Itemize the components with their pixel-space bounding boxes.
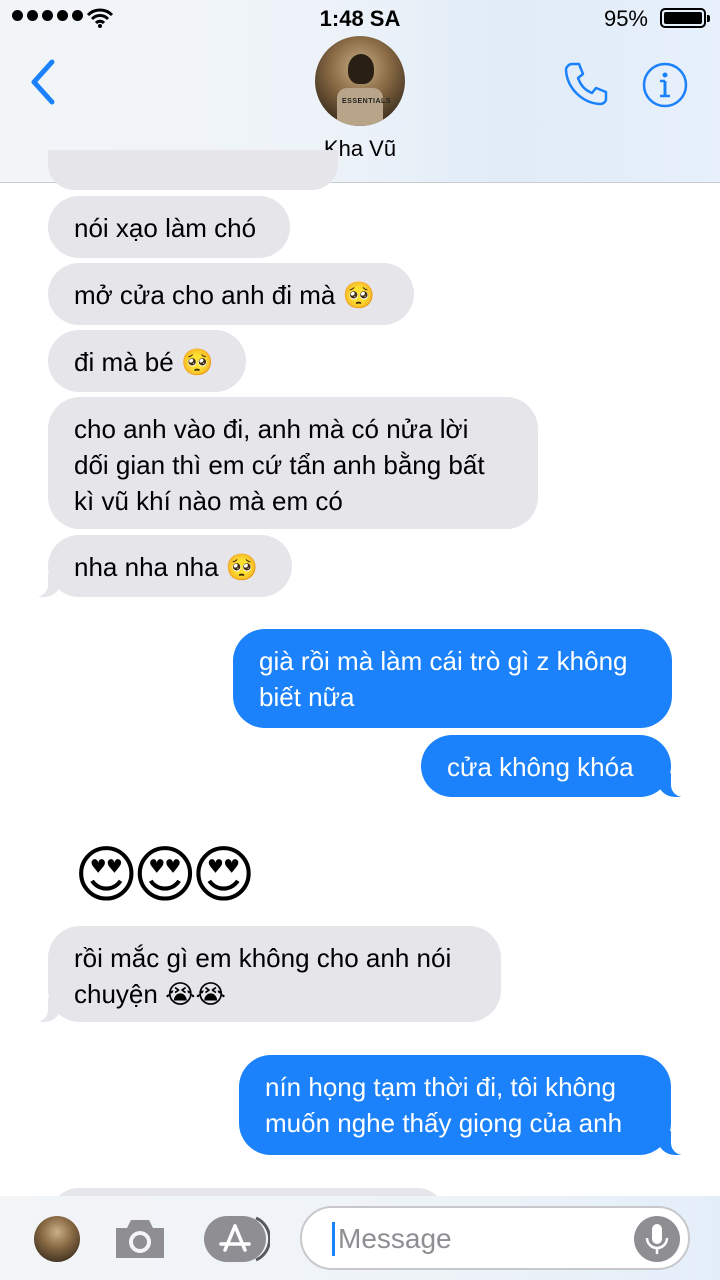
avatar-shirt-text: ESSENTIALS xyxy=(342,98,391,105)
contact-avatar[interactable]: ESSENTIALS xyxy=(315,36,405,126)
status-bar: 1:48 SA 95% xyxy=(0,0,720,40)
message-input[interactable]: Message xyxy=(300,1206,690,1270)
info-button[interactable] xyxy=(642,62,688,108)
message-bubble-partial xyxy=(48,150,338,190)
message-bubble-incoming[interactable]: đi mà bé 🥺 xyxy=(48,330,246,392)
app-store-button[interactable] xyxy=(204,1214,272,1264)
phone-icon xyxy=(564,62,608,106)
back-button[interactable] xyxy=(24,56,64,108)
call-button[interactable] xyxy=(562,60,610,108)
camera-icon xyxy=(116,1220,164,1258)
camera-button[interactable] xyxy=(112,1216,168,1262)
message-bubble-incoming[interactable]: rồi mắc gì em không cho anh nói chuyện 😭… xyxy=(26,926,501,1022)
info-icon xyxy=(642,62,688,108)
battery-icon xyxy=(660,8,710,28)
dictation-button[interactable] xyxy=(634,1216,680,1262)
battery-percent: 95% xyxy=(603,6,648,31)
emoji-message[interactable]: 😍😍😍 xyxy=(74,838,256,914)
message-bubble-incoming[interactable]: cho anh vào đi, anh mà có nửa lời dối gi… xyxy=(48,397,538,529)
app-store-icon xyxy=(204,1216,272,1262)
message-bubble-outgoing[interactable]: nín họng tạm thời đi, tôi không muốn ngh… xyxy=(239,1055,693,1155)
chevron-left-icon xyxy=(31,59,55,105)
memoji-avatar-button[interactable] xyxy=(34,1216,80,1262)
microphone-icon xyxy=(645,1224,669,1254)
message-bubble-outgoing[interactable]: già rồi mà làm cái trò gì z không biết n… xyxy=(233,629,672,728)
message-placeholder: Message xyxy=(338,1223,452,1254)
message-bubble-outgoing[interactable]: cửa không khóa xyxy=(421,735,693,797)
text-caret xyxy=(332,1222,335,1256)
message-bubble-incoming[interactable]: mở cửa cho anh đi mà 🥺 xyxy=(48,263,414,325)
message-bubble-incoming[interactable]: nói xạo làm chó xyxy=(48,196,290,258)
message-bubble-incoming[interactable]: nha nha nha 🥺 xyxy=(26,535,292,597)
composer-bar: Message xyxy=(0,1196,720,1280)
